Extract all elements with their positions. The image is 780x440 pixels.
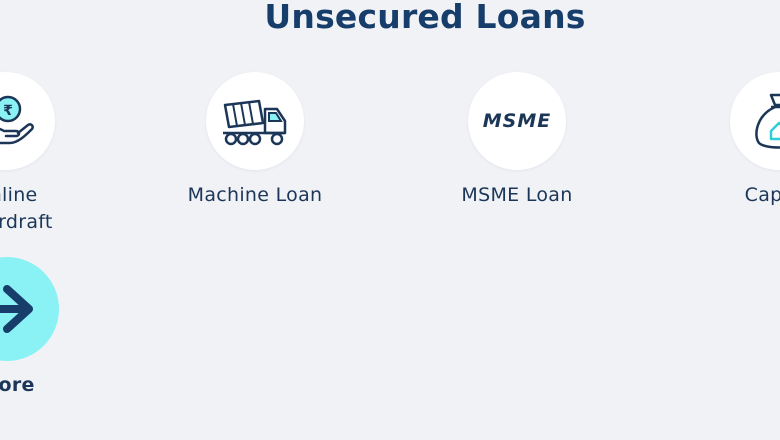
arrow-right-icon <box>0 257 59 361</box>
money-bag-icon <box>730 72 780 170</box>
section-title: Unsecured Loans <box>264 0 586 36</box>
more-label: More <box>0 374 35 396</box>
loan-tile-label: Capital <box>744 184 780 206</box>
msme-logo-icon: MSME <box>468 72 566 170</box>
loan-tile-online-overdraft[interactable]: ₹ Online Overdraft <box>0 72 96 236</box>
label-line-2: Overdraft <box>0 211 53 233</box>
loan-tile-capital[interactable]: Capital <box>689 72 780 209</box>
loan-tile-machine-loan[interactable]: Machine Loan <box>165 72 345 209</box>
loan-tile-label: Online Overdraft <box>0 182 96 236</box>
loan-tile-label: MSME Loan <box>461 184 573 206</box>
svg-text:₹: ₹ <box>3 103 13 119</box>
loan-tile-label: Machine Loan <box>187 184 323 206</box>
cement-mixer-truck-icon <box>206 72 304 170</box>
unsecured-loans-section: Unsecured Loans ₹ Online Overdraft <box>0 0 780 440</box>
label-line-1: Online <box>0 184 38 206</box>
more-loans-button[interactable]: More <box>0 257 97 399</box>
msme-logo-text: MSME <box>482 110 552 132</box>
loan-tile-msme-loan[interactable]: MSME MSME Loan <box>427 72 607 209</box>
hand-with-coin-icon: ₹ <box>0 72 55 170</box>
